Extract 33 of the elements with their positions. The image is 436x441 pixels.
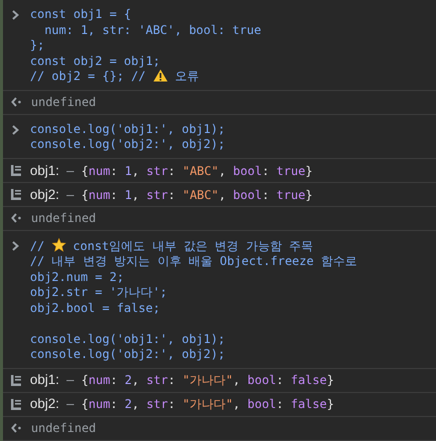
code-line: num: 1, str: 'ABC', bool: true <box>43 22 262 38</box>
code-line: console.log('obj1:', obj1); <box>30 332 226 347</box>
prompt-chevron-icon <box>12 240 19 250</box>
return-arrow-icon <box>11 97 22 107</box>
star-icon <box>52 238 66 252</box>
code-line: // obj2 = {}; // 오류 <box>30 69 200 84</box>
log-message: obj2: – {num: 2, str: "가나다", bool: false} <box>30 396 334 412</box>
result-text: undefined <box>31 211 96 225</box>
return-arrow-icon <box>11 423 22 433</box>
code-line: }; <box>30 38 46 54</box>
code-line: obj2.str = '가나다'; <box>30 285 168 300</box>
code-line: console.log('obj1:', obj1); <box>30 122 226 137</box>
code-line: // 내부 변경 방지는 이후 배울 Object.freeze 함수로 <box>30 254 357 270</box>
log-icon <box>11 188 21 200</box>
result-text: undefined <box>31 95 96 109</box>
code-line: const obj2 = obj1; <box>30 54 162 69</box>
code-line: obj2.num = 2; <box>30 270 125 285</box>
code-line: const obj1 = { <box>30 7 132 22</box>
prompt-chevron-icon <box>12 10 19 20</box>
code-line: console.log('obj2:', obj2); <box>30 347 226 362</box>
code-line: // const임에도 내부 값은 변경 가능함 주목 <box>30 238 314 254</box>
result-text: undefined <box>31 421 96 435</box>
return-arrow-icon <box>11 213 22 223</box>
log-message: obj1: – {num: 2, str: "가나다", bool: false} <box>30 372 334 388</box>
code-line: obj2.bool = false; <box>30 300 162 316</box>
log-icon <box>11 398 21 410</box>
log-message: obj2: – {num: 1, str: "ABC", bool: true} <box>30 186 313 202</box>
log-icon <box>11 374 21 386</box>
log-icon <box>11 164 21 176</box>
log-message: obj1: – {num: 1, str: "ABC", bool: true} <box>30 162 313 178</box>
warning-icon <box>152 69 168 82</box>
prompt-chevron-icon <box>12 124 19 134</box>
code-line: console.log('obj2:', obj2); <box>30 137 226 152</box>
